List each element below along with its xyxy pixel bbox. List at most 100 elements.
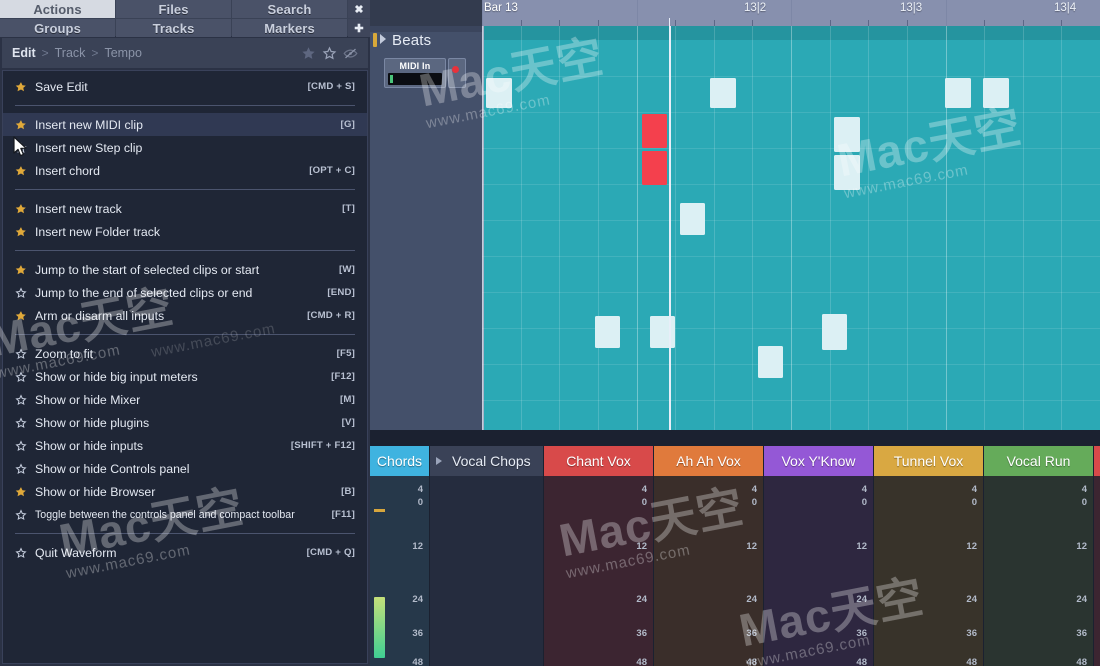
breadcrumb-separator: > bbox=[41, 46, 49, 60]
star-filled-icon[interactable] bbox=[13, 81, 29, 93]
midi-note-selected[interactable] bbox=[642, 151, 667, 185]
star-outline-icon[interactable] bbox=[13, 347, 29, 360]
level-scale: 4 0 12 24 36 48 bbox=[403, 476, 423, 666]
menu-item[interactable]: Insert new MIDI clip [G] bbox=[3, 113, 367, 136]
midi-note[interactable] bbox=[486, 78, 512, 108]
star-filled-icon[interactable] bbox=[13, 203, 29, 215]
mixer-strip-header[interactable]: Vocal Run bbox=[984, 446, 1093, 476]
tab-tracks[interactable]: Tracks bbox=[116, 19, 231, 37]
star-outline-icon[interactable] bbox=[13, 393, 29, 406]
menu-item[interactable]: Arm or disarm all inputs [CMD + R] bbox=[3, 304, 367, 327]
menu-item[interactable]: Save Edit [CMD + S] bbox=[3, 75, 367, 98]
ruler-label: 13|4 bbox=[1054, 2, 1077, 14]
tab-actions[interactable]: Actions bbox=[0, 0, 115, 18]
mixer-strip-header[interactable]: Vox Y'Know bbox=[764, 446, 873, 476]
menu-item-label: Insert chord bbox=[35, 163, 100, 178]
star-filled-icon[interactable] bbox=[13, 486, 29, 498]
add-tab-button[interactable]: ✚ bbox=[348, 19, 370, 37]
menu-item-shortcut: [M] bbox=[340, 394, 355, 405]
grid-line-vertical bbox=[752, 26, 754, 430]
mixer-strip-header[interactable]: Tunnel Vox bbox=[874, 446, 983, 476]
star-outline-icon[interactable] bbox=[322, 46, 337, 61]
close-tab-button[interactable]: ✖ bbox=[348, 0, 370, 18]
horizontal-scroll-area[interactable] bbox=[370, 430, 1100, 446]
tab-search[interactable]: Search bbox=[232, 0, 347, 18]
mixer-strip[interactable]: C4012243648 bbox=[1094, 446, 1100, 666]
midi-note[interactable] bbox=[834, 155, 860, 190]
tab-groups[interactable]: Groups bbox=[0, 19, 115, 37]
star-outline-icon[interactable] bbox=[13, 462, 29, 475]
menu-item[interactable]: Insert chord [OPT + C] bbox=[3, 159, 367, 182]
level-scale-mark: 36 bbox=[856, 628, 867, 639]
menu-item[interactable]: Show or hide inputs [SHIFT + F12] bbox=[3, 434, 367, 457]
midi-note[interactable] bbox=[822, 314, 847, 350]
star-filled-icon[interactable] bbox=[13, 264, 29, 276]
mixer-strip-header[interactable]: Ah Ah Vox bbox=[654, 446, 763, 476]
menu-item[interactable]: Jump to the end of selected clips or end… bbox=[3, 281, 367, 304]
mixer-strip[interactable]: Chant Vox 4 0 12 24 36 48 bbox=[544, 446, 654, 666]
menu-item[interactable]: Jump to the start of selected clips or s… bbox=[3, 258, 367, 281]
level-scale-mark: 4 bbox=[417, 483, 423, 495]
mixer-strip-header[interactable]: Chords bbox=[370, 446, 429, 476]
midi-note[interactable] bbox=[595, 316, 620, 348]
menu-item[interactable]: Insert new Folder track bbox=[3, 220, 367, 243]
ruler-bars[interactable]: Bar 1313|213|313|4Bar bbox=[482, 0, 1100, 26]
mixer-strip[interactable]: Tunnel Vox 4 0 12 24 36 48 bbox=[874, 446, 984, 666]
mixer-strip-header[interactable]: Vocal Chops bbox=[430, 446, 543, 476]
menu-item-shortcut: [T] bbox=[342, 203, 355, 214]
star-outline-icon[interactable] bbox=[13, 141, 29, 154]
midi-note[interactable] bbox=[758, 346, 783, 378]
star-outline-icon[interactable] bbox=[13, 508, 29, 521]
tab-files[interactable]: Files bbox=[116, 0, 231, 18]
breadcrumb-item-edit[interactable]: Edit bbox=[12, 46, 36, 60]
mixer-strip[interactable]: Ah Ah Vox 4 0 12 24 36 48 bbox=[654, 446, 764, 666]
breadcrumb-item-track[interactable]: Track bbox=[55, 46, 86, 60]
record-arm-button[interactable] bbox=[448, 58, 466, 88]
mixer-strip-header[interactable]: Chant Vox bbox=[544, 446, 653, 476]
timeline-ruler[interactable]: Bar 1313|213|313|4Bar bbox=[370, 0, 1100, 26]
midi-note[interactable] bbox=[650, 316, 675, 348]
playhead-marker[interactable] bbox=[669, 18, 670, 26]
star-outline-icon[interactable] bbox=[13, 286, 29, 299]
menu-item[interactable]: Toggle between the controls panel and co… bbox=[3, 503, 367, 526]
midi-note[interactable] bbox=[945, 78, 971, 108]
star-outline-icon[interactable] bbox=[13, 439, 29, 452]
mixer-strip[interactable]: Vocal Run 4 0 12 24 36 48 bbox=[984, 446, 1094, 666]
menu-item[interactable]: Quit Waveform [CMD + Q] bbox=[3, 541, 367, 564]
menu-item[interactable]: Insert new Step clip bbox=[3, 136, 367, 159]
input-level-meter bbox=[388, 73, 442, 85]
midi-input-button[interactable]: MIDI In bbox=[384, 58, 446, 88]
star-outline-icon[interactable] bbox=[13, 416, 29, 429]
menu-item[interactable]: Show or hide Mixer [M] bbox=[3, 388, 367, 411]
menu-item-label: Save Edit bbox=[35, 79, 88, 94]
midi-note[interactable] bbox=[710, 78, 736, 108]
star-filled-icon[interactable] bbox=[13, 226, 29, 238]
star-filled-icon[interactable] bbox=[301, 46, 316, 61]
midi-note[interactable] bbox=[983, 78, 1009, 108]
menu-item[interactable]: Show or hide Browser [B] bbox=[3, 480, 367, 503]
star-filled-icon[interactable] bbox=[13, 310, 29, 322]
menu-item[interactable]: Insert new track [T] bbox=[3, 197, 367, 220]
breadcrumb-item-tempo[interactable]: Tempo bbox=[104, 46, 142, 60]
menu-item[interactable]: Show or hide Controls panel bbox=[3, 457, 367, 480]
mixer-strip[interactable]: Vox Y'Know 4 0 12 24 36 48 bbox=[764, 446, 874, 666]
piano-roll-grid[interactable] bbox=[482, 26, 1100, 430]
menu-item[interactable]: Show or hide big input meters [F12] bbox=[3, 365, 367, 388]
eye-slash-icon[interactable] bbox=[343, 46, 358, 61]
tab-markers[interactable]: Markers bbox=[232, 19, 347, 37]
star-filled-icon[interactable] bbox=[13, 119, 29, 131]
star-outline-icon[interactable] bbox=[13, 370, 29, 383]
menu-item[interactable]: Zoom to fit [F5] bbox=[3, 342, 367, 365]
star-filled-icon[interactable] bbox=[13, 165, 29, 177]
mixer-strip[interactable]: Chords 4 0 12 24 36 48 bbox=[370, 446, 430, 666]
track-header[interactable]: Beats MIDI In bbox=[370, 26, 482, 430]
midi-note[interactable] bbox=[834, 117, 860, 152]
mixer-strip-header[interactable]: C bbox=[1094, 446, 1100, 476]
mixer-strip[interactable]: Vocal Chops bbox=[430, 446, 544, 666]
midi-note-selected[interactable] bbox=[642, 114, 667, 148]
midi-note[interactable] bbox=[680, 203, 705, 235]
expand-arrow-icon[interactable] bbox=[380, 34, 386, 44]
menu-item[interactable]: Show or hide plugins [V] bbox=[3, 411, 367, 434]
chevron-right-icon[interactable] bbox=[436, 457, 442, 465]
star-outline-icon[interactable] bbox=[13, 546, 29, 559]
